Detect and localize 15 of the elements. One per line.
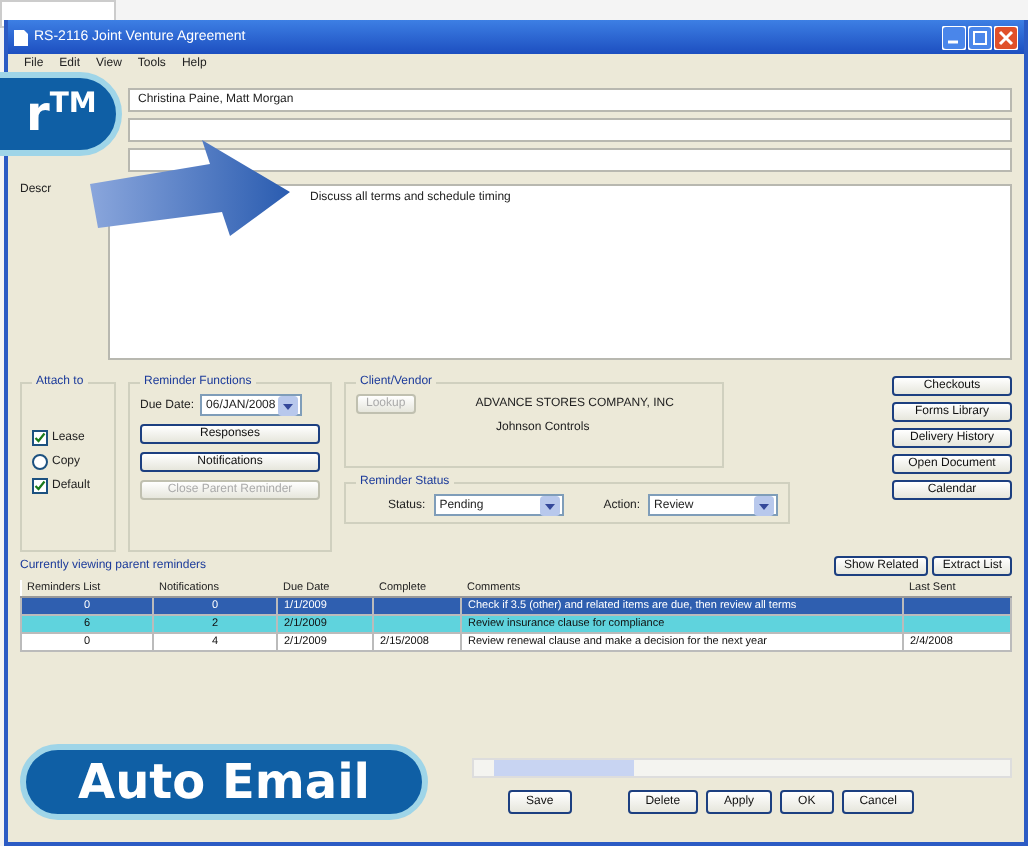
dropdown-icon bbox=[754, 495, 775, 515]
minimize-icon[interactable] bbox=[942, 25, 966, 49]
checkbox[interactable] bbox=[32, 478, 48, 494]
input-field[interactable] bbox=[128, 148, 1012, 172]
document-icon bbox=[14, 29, 28, 45]
close-icon[interactable] bbox=[994, 25, 1018, 49]
input-field[interactable] bbox=[128, 118, 1012, 142]
checkbox[interactable] bbox=[32, 430, 48, 446]
dropdown-icon bbox=[278, 395, 299, 415]
radio-button[interactable] bbox=[32, 454, 48, 470]
feature-badge: Auto Email bbox=[20, 744, 429, 820]
dropdown-icon bbox=[539, 495, 560, 515]
scrollbar[interactable] bbox=[472, 758, 1012, 778]
maximize-icon[interactable] bbox=[968, 25, 992, 49]
trademark-badge: r$^{TM}$ bbox=[0, 72, 123, 156]
